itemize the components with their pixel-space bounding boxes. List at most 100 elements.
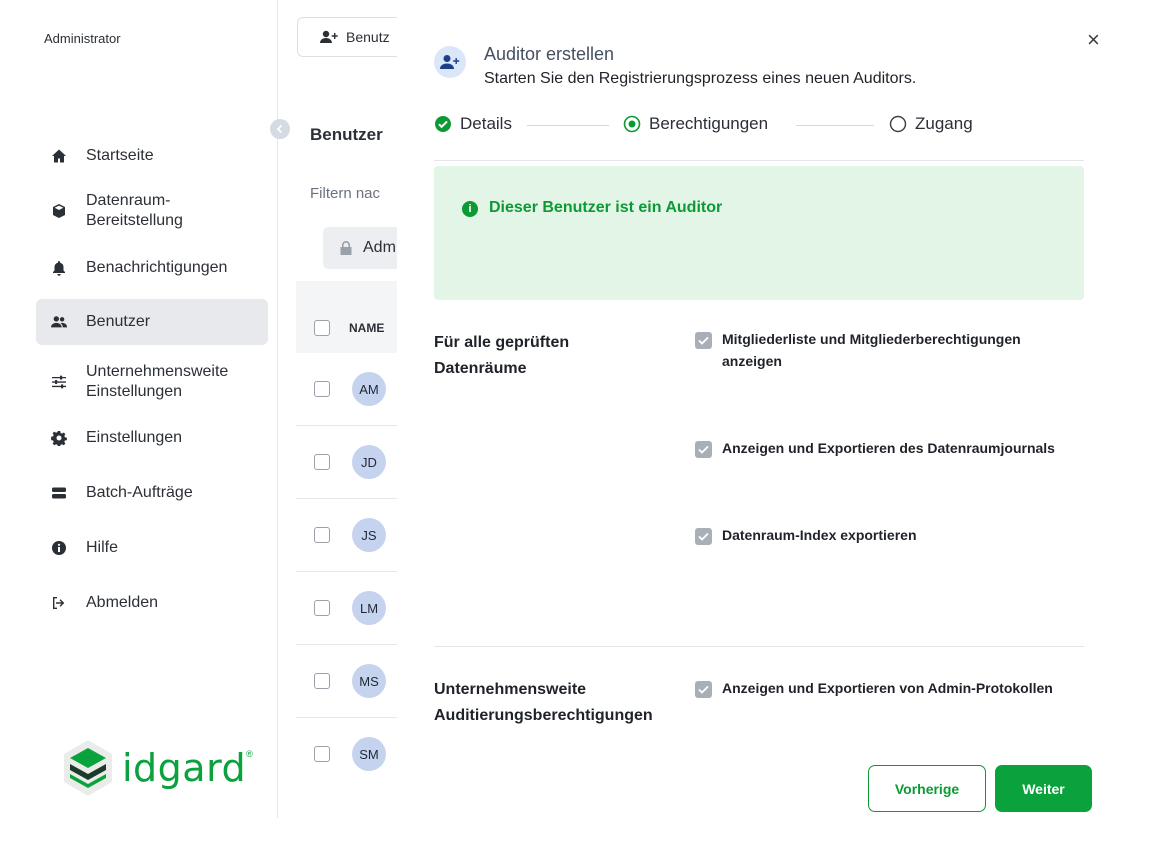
- step-zugang[interactable]: Zugang: [889, 114, 973, 134]
- permission-checkbox[interactable]: [695, 332, 712, 349]
- idgard-logo: idgard ®: [62, 738, 253, 798]
- avatar: JS: [352, 518, 386, 552]
- filter-label: Filtern nac: [310, 185, 381, 202]
- stepper: Details Berechtigungen Zugang: [434, 112, 1084, 138]
- info-icon: i: [462, 201, 478, 217]
- lock-icon: [340, 241, 352, 255]
- sidebar-item-einstellungen[interactable]: Einstellungen: [36, 420, 268, 456]
- row-checkbox[interactable]: [314, 600, 330, 616]
- sidebar: Administrator Startseite Datenraum- Bere…: [0, 0, 278, 818]
- dialog-title: Auditor erstellen: [484, 44, 615, 64]
- gear-icon: [50, 429, 68, 447]
- row-checkbox[interactable]: [314, 454, 330, 470]
- sidebar-item-label: Abmelden: [86, 594, 159, 611]
- row-checkbox[interactable]: [314, 527, 330, 543]
- permission-label: Anzeigen und Exportieren des Datenraumjo…: [722, 440, 1055, 456]
- avatar: LM: [352, 591, 386, 625]
- permission-checkbox[interactable]: [695, 441, 712, 458]
- bell-icon: [50, 259, 68, 277]
- sidebar-item-label: Batch-Aufträge: [86, 484, 193, 501]
- step-details[interactable]: Details: [434, 114, 512, 134]
- permission-label: Mitgliederliste und Mitgliederberechtigu…: [722, 331, 1021, 369]
- close-icon[interactable]: ×: [1087, 29, 1100, 51]
- add-user-button[interactable]: Benutz: [297, 17, 409, 57]
- sidebar-item-benutzer[interactable]: Benutzer: [36, 299, 268, 345]
- alert-text: Dieser Benutzer ist ein Auditor: [489, 199, 723, 216]
- dialog-subtitle: Starten Sie den Registrierungsprozess ei…: [484, 70, 917, 87]
- sliders-icon: [50, 373, 68, 391]
- sidebar-item-label: Unternehmensweite Einstellungen: [86, 363, 229, 400]
- divider: [434, 160, 1084, 161]
- table-row[interactable]: JS: [296, 499, 409, 572]
- avatar: MS: [352, 664, 386, 698]
- permission-label: Anzeigen und Exportieren von Admin-Proto…: [722, 680, 1053, 696]
- sidebar-item-batch-auftraege[interactable]: Batch-Aufträge: [36, 475, 268, 511]
- table-header: NAME: [296, 281, 409, 353]
- add-user-label: Benutz: [346, 29, 390, 45]
- user-list-panel: Benutz Benutzer Filtern nac Adm NAME AM …: [279, 0, 409, 818]
- next-button[interactable]: Weiter: [995, 765, 1092, 812]
- permission-admin-protokolle[interactable]: Anzeigen und Exportieren von Admin-Proto…: [695, 677, 1053, 699]
- home-icon: [50, 147, 68, 165]
- sidebar-item-label: Benutzer: [86, 313, 151, 330]
- logout-icon: [50, 594, 68, 612]
- step-connector: [796, 125, 874, 126]
- radio-active-icon: [623, 115, 641, 133]
- user-plus-icon: [434, 46, 466, 78]
- sidebar-item-abmelden[interactable]: Abmelden: [36, 585, 268, 621]
- logo-mark-icon: [64, 740, 112, 796]
- sidebar-item-label: Benachrichtigungen: [86, 259, 228, 276]
- sidebar-item-label: Einstellungen: [86, 429, 183, 446]
- table-row[interactable]: JD: [296, 426, 409, 499]
- sidebar-item-benachrichtigungen[interactable]: Benachrichtigungen: [36, 250, 268, 286]
- check-circle-icon: [435, 116, 451, 132]
- section-label-datenraeume: Für alle geprüften Datenräume: [434, 334, 570, 377]
- sidebar-item-hilfe[interactable]: Hilfe: [36, 530, 268, 566]
- permission-label: Datenraum-Index exportieren: [722, 527, 917, 543]
- collapse-sidebar-button[interactable]: [270, 119, 290, 139]
- table-row[interactable]: MS: [296, 645, 409, 718]
- cube-icon: [50, 202, 68, 220]
- sidebar-item-label: Datenraum- Bereitstellung: [86, 192, 183, 229]
- auditor-alert: i Dieser Benutzer ist ein Auditor: [434, 166, 1084, 300]
- row-checkbox[interactable]: [314, 381, 330, 397]
- role-label: Administrator: [44, 31, 121, 46]
- permission-checkbox[interactable]: [695, 528, 712, 545]
- avatar: AM: [352, 372, 386, 406]
- permission-datenraum-journal[interactable]: Anzeigen und Exportieren des Datenraumjo…: [695, 437, 1055, 459]
- step-connector: [527, 125, 609, 126]
- permission-member-list[interactable]: Mitgliederliste und Mitgliederberechtigu…: [695, 328, 1021, 372]
- sidebar-item-label: Hilfe: [86, 539, 119, 556]
- sidebar-item-label: Startseite: [86, 147, 154, 164]
- sidebar-item-unternehmensweite-einstellungen[interactable]: Unternehmensweite Einstellungen: [36, 359, 268, 405]
- user-plus-icon: [320, 30, 338, 43]
- server-icon: [50, 484, 68, 502]
- avatar: JD: [352, 445, 386, 479]
- step-label: Zugang: [915, 114, 973, 133]
- page-title: Benutzer: [310, 125, 383, 144]
- users-icon: [50, 313, 68, 331]
- previous-button[interactable]: Vorherige: [868, 765, 986, 812]
- step-label: Berechtigungen: [649, 114, 769, 133]
- avatar: SM: [352, 737, 386, 771]
- info-icon: [50, 539, 68, 557]
- step-berechtigungen[interactable]: Berechtigungen: [623, 114, 768, 134]
- permission-index-export[interactable]: Datenraum-Index exportieren: [695, 524, 917, 546]
- table-row[interactable]: LM: [296, 572, 409, 645]
- row-checkbox[interactable]: [314, 746, 330, 762]
- filter-chip-label: Adm: [363, 239, 396, 256]
- chevron-left-icon: [276, 124, 283, 134]
- logo-text: idgard: [122, 746, 247, 790]
- sidebar-item-startseite[interactable]: Startseite: [36, 138, 268, 174]
- step-label: Details: [460, 114, 512, 133]
- divider: [434, 646, 1084, 647]
- section-label-unternehmensweit: Unternehmensweite Auditierungsberechtigu…: [434, 681, 653, 724]
- table-row[interactable]: SM: [296, 718, 409, 791]
- permission-checkbox[interactable]: [695, 681, 712, 698]
- row-checkbox[interactable]: [314, 673, 330, 689]
- radio-empty-icon: [889, 115, 907, 133]
- select-all-checkbox[interactable]: [314, 320, 330, 336]
- table-row[interactable]: AM: [296, 353, 409, 426]
- logo-registered: ®: [246, 749, 253, 759]
- sidebar-item-datenraum-bereitstellung[interactable]: Datenraum- Bereitstellung: [36, 188, 268, 234]
